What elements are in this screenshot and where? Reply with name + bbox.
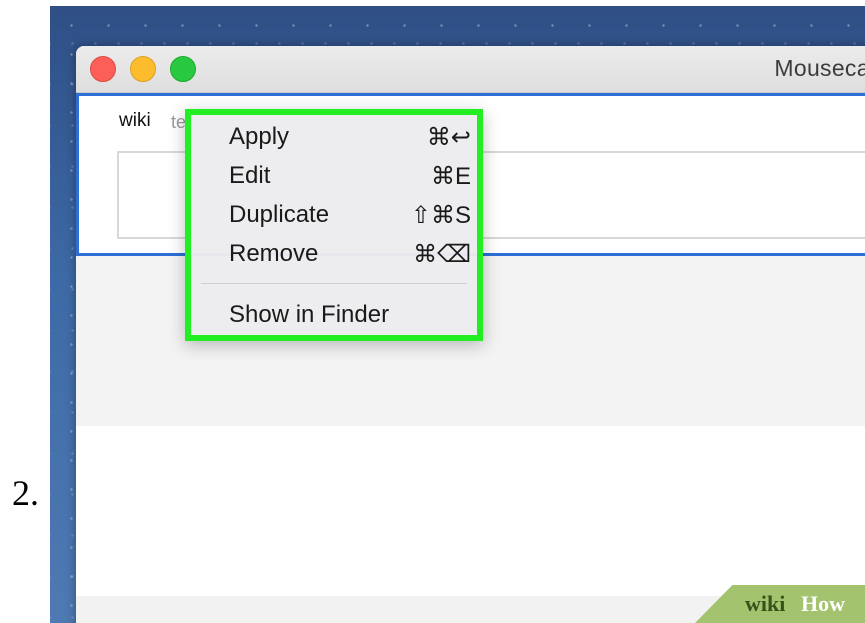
cape-name: wiki xyxy=(119,110,151,131)
menu-item-apply[interactable]: Apply ⌘↩ xyxy=(191,119,477,157)
close-window-button[interactable] xyxy=(90,56,116,82)
menu-separator xyxy=(201,283,467,284)
menu-item-remove[interactable]: Remove ⌘⌫ xyxy=(191,236,477,274)
watermark-wiki: wiki xyxy=(745,591,786,616)
minimize-window-button[interactable] xyxy=(130,56,156,82)
menu-item-label: Apply xyxy=(229,123,290,150)
menu-item-label: Edit xyxy=(229,162,271,189)
menu-item-shortcut: ⌘E xyxy=(430,163,471,190)
watermark-how: How xyxy=(801,591,845,616)
page: 2. Mousecape wiki te Apply ⌘↩ xyxy=(0,0,865,623)
menu-item-label: Show in Finder xyxy=(229,301,390,328)
window-title: Mousecape xyxy=(774,55,865,81)
menu-item-label: Duplicate xyxy=(229,201,330,228)
menu-item-label: Remove xyxy=(229,240,319,267)
menu-item-show-in-finder[interactable]: Show in Finder xyxy=(191,297,477,335)
context-menu: Apply ⌘↩ Edit ⌘E Duplicate ⇧⌘S Remove ⌘⌫… xyxy=(185,109,483,341)
zoom-window-button[interactable] xyxy=(170,56,196,82)
screenshot: Mousecape wiki te Apply ⌘↩ Edit ⌘E Dupli… xyxy=(50,6,865,623)
menu-item-duplicate[interactable]: Duplicate ⇧⌘S xyxy=(191,197,477,235)
menu-item-shortcut: ⌘↩ xyxy=(426,124,471,151)
step-number: 2. xyxy=(12,473,39,513)
content-blank-area xyxy=(76,426,865,596)
menu-item-shortcut: ⌘⌫ xyxy=(413,241,471,268)
menu-item-shortcut: ⇧⌘S xyxy=(410,202,471,229)
title-bar[interactable]: Mousecape xyxy=(76,46,865,93)
menu-item-edit[interactable]: Edit ⌘E xyxy=(191,158,477,196)
cape-author: te xyxy=(171,112,187,132)
